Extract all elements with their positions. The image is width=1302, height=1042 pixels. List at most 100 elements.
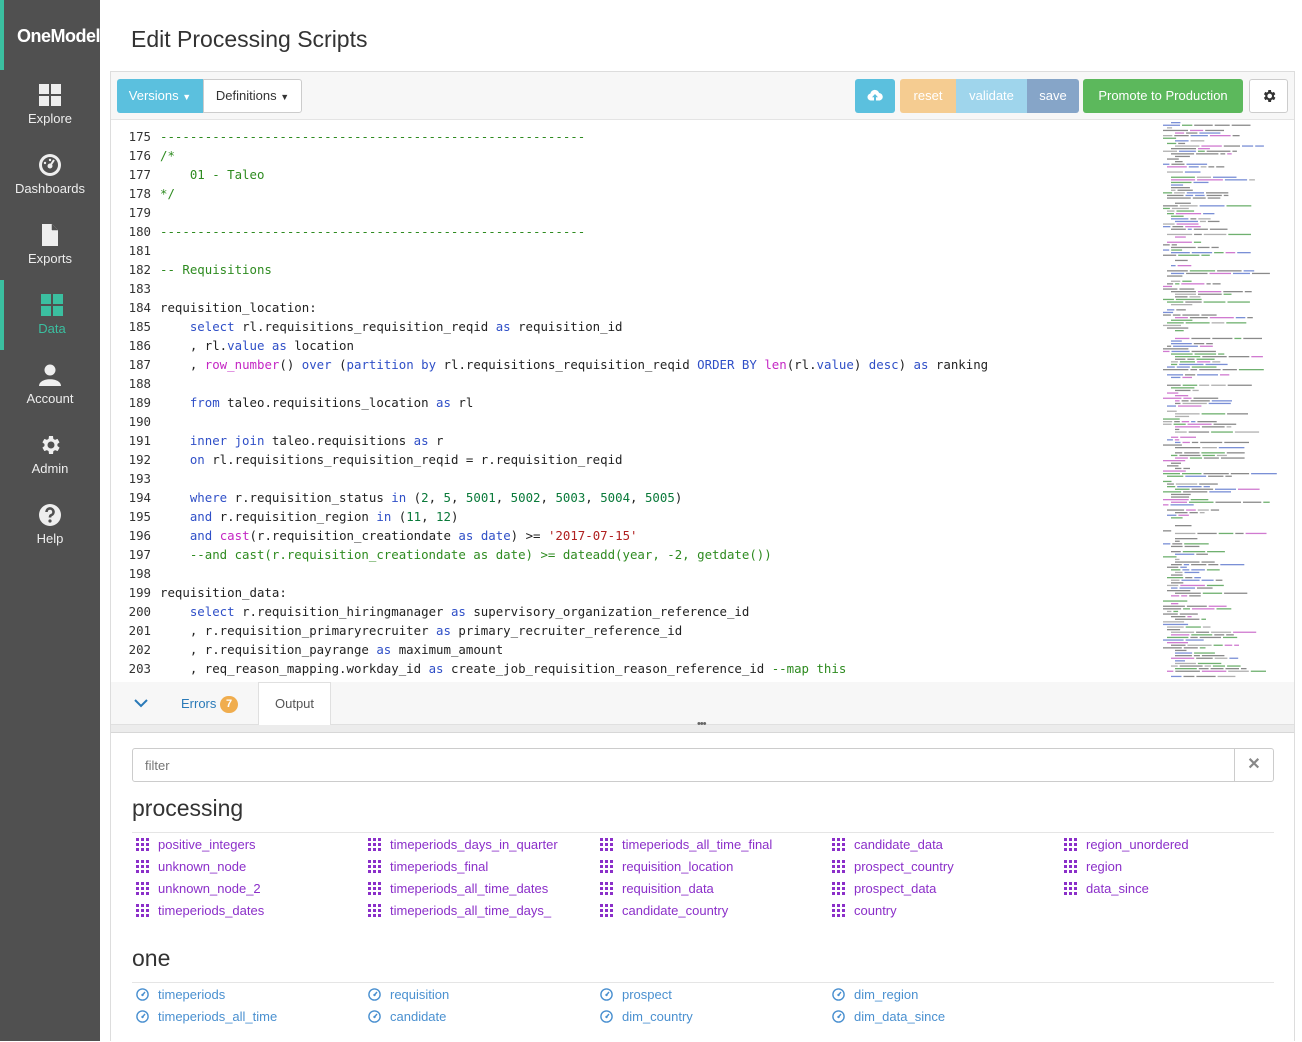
processing-table-link[interactable]: positive_integers	[132, 835, 336, 855]
code-line[interactable]: 203 , req_reason_mapping.workday_id as c…	[111, 659, 1151, 678]
code-line[interactable]: 191 inner join taleo.requisitions as r	[111, 431, 1151, 450]
save-button[interactable]: save	[1027, 79, 1079, 113]
code-token: --and cast(r.requisition_creationdate as…	[160, 547, 772, 562]
sidebar-item-help[interactable]: Help	[0, 490, 100, 560]
onemodel-logo[interactable]: OneModel	[0, 0, 101, 70]
chevron-down-icon[interactable]	[133, 697, 149, 709]
view-link[interactable]: candidate	[364, 1007, 568, 1027]
processing-table-link[interactable]: data_since	[1060, 879, 1264, 899]
definitions-dropdown[interactable]: Definitions ▼	[203, 79, 302, 113]
validate-button[interactable]: validate	[956, 79, 1027, 113]
code-line[interactable]: 189 from taleo.requisitions_location as …	[111, 393, 1151, 412]
code-line[interactable]: 195 and r.requisition_region in (11, 12)	[111, 507, 1151, 526]
view-link[interactable]: prospect	[596, 985, 800, 1005]
view-link[interactable]: dim_data_since	[828, 1007, 1032, 1027]
item-label: region	[1086, 859, 1123, 874]
sidebar-item-dashboards[interactable]: Dashboards	[0, 140, 100, 210]
promote-to-production-button[interactable]: Promote to Production	[1083, 79, 1243, 113]
line-number: 197	[128, 547, 151, 562]
code-line[interactable]: 184 requisition_location:	[111, 298, 1151, 317]
processing-table-link[interactable]: timeperiods_days_in_quarter	[364, 835, 568, 855]
sidebar-item-admin[interactable]: Admin	[0, 420, 100, 490]
view-link[interactable]: requisition	[364, 985, 568, 1005]
processing-table-link[interactable]: region_unordered	[1060, 835, 1264, 855]
cloud-upload-icon	[867, 89, 883, 101]
code-line[interactable]: 179	[111, 203, 1151, 222]
code-line[interactable]: 202 , r.requisition_payrange as maximum_…	[111, 640, 1151, 659]
code-line[interactable]: 194 where r.requisition_status in (2, 5,…	[111, 488, 1151, 507]
code-minimap[interactable]	[1161, 120, 1286, 682]
view-link[interactable]: dim_country	[596, 1007, 800, 1027]
code-line[interactable]: 190	[111, 412, 1151, 431]
processing-table-link[interactable]: requisition_location	[596, 857, 800, 877]
processing-table-link[interactable]: requisition_data	[596, 879, 800, 899]
view-link[interactable]: timeperiods	[132, 985, 336, 1005]
code-line[interactable]: 200 select r.requisition_hiringmanager a…	[111, 602, 1151, 621]
sidebar-item-label: Dashboards	[14, 181, 86, 196]
code-line[interactable]: 188	[111, 374, 1151, 393]
filter-input[interactable]	[133, 749, 1234, 781]
view-link[interactable]: dim_region	[828, 985, 1032, 1005]
processing-table-link[interactable]: candidate_country	[596, 901, 800, 921]
code-token: )	[450, 509, 459, 524]
code-line[interactable]: 186 , rl.value as location	[111, 336, 1151, 355]
code-line[interactable]: 180 -------------------------------------…	[111, 222, 1151, 241]
processing-table-link[interactable]: timeperiods_all_time_final	[596, 835, 800, 855]
code-line[interactable]: 187 , row_number() over (partition by rl…	[111, 355, 1151, 374]
code-token: date	[480, 528, 511, 543]
code-line[interactable]: 197 --and cast(r.requisition_creationdat…	[111, 545, 1151, 564]
code-editor[interactable]: 175 -------------------------------------…	[111, 120, 1294, 682]
processing-table-link[interactable]: timeperiods_all_time_days_	[364, 901, 568, 921]
code-line[interactable]: 199 requisition_data:	[111, 583, 1151, 602]
code-line[interactable]: 183	[111, 279, 1151, 298]
line-number: 177	[128, 167, 151, 182]
processing-table-link[interactable]: prospect_data	[828, 879, 1032, 899]
versions-dropdown[interactable]: Versions ▼	[117, 79, 203, 113]
section-title: one	[132, 945, 171, 971]
processing-table-link[interactable]: unknown_node	[132, 857, 336, 877]
sidebar-item-label: Help	[36, 531, 64, 546]
table-grid-icon	[832, 881, 845, 895]
processing-table-link[interactable]: candidate_data	[828, 835, 1032, 855]
panel-splitter-handle[interactable]: •••	[111, 718, 1294, 733]
code-line[interactable]: 201 , r.requisition_primaryrecruiter as …	[111, 621, 1151, 640]
processing-table-link[interactable]: unknown_node_2	[132, 879, 336, 899]
sidebar-item-data[interactable]: Data	[0, 280, 100, 350]
code-line[interactable]: 176 /*	[111, 146, 1151, 165]
upload-cloud-button[interactable]	[855, 79, 895, 113]
table-grid-icon	[136, 881, 149, 895]
sidebar-item-exports[interactable]: Exports	[0, 210, 100, 280]
settings-button[interactable]	[1249, 79, 1288, 113]
sidebar-item-label: Exports	[27, 251, 73, 266]
processing-table-link[interactable]: prospect_country	[828, 857, 1032, 877]
item-label: timeperiods_final	[390, 859, 489, 874]
processing-table-link[interactable]: timeperiods_final	[364, 857, 568, 877]
close-icon: ✕	[1247, 756, 1261, 773]
code-line[interactable]: 177 01 - Taleo	[111, 165, 1151, 184]
reset-button[interactable]: reset	[900, 79, 956, 113]
tab-errors[interactable]: Errors 7	[171, 682, 256, 725]
processing-table-link[interactable]: region	[1060, 857, 1264, 877]
sidebar-item-label: Explore	[27, 111, 73, 126]
code-line[interactable]: 178 */	[111, 184, 1151, 203]
processing-table-link[interactable]: country	[828, 901, 1032, 921]
sidebar-item-explore[interactable]: Explore	[0, 70, 100, 140]
clear-filter-button[interactable]: ✕	[1234, 749, 1273, 781]
code-line[interactable]: 185 select rl.requisitions_requisition_r…	[111, 317, 1151, 336]
processing-table-link[interactable]: timeperiods_all_time_dates	[364, 879, 568, 899]
sidebar-item-account[interactable]: Account	[0, 350, 100, 420]
code-line[interactable]: 192 on rl.requisitions_requisition_reqid…	[111, 450, 1151, 469]
processing-table-link[interactable]: timeperiods_dates	[132, 901, 336, 921]
view-link[interactable]: timeperiods_all_time	[132, 1007, 336, 1027]
code-line[interactable]: 193	[111, 469, 1151, 488]
code-token: , r.requisition_payrange	[160, 642, 377, 657]
code-line[interactable]: 196 and cast(r.requisition_creationdate …	[111, 526, 1151, 545]
tab-output[interactable]: Output	[258, 682, 331, 726]
code-line[interactable]: 198	[111, 564, 1151, 583]
code-line[interactable]: 181	[111, 241, 1151, 260]
table-grid-icon	[136, 903, 149, 917]
code-line[interactable]: 182 -- Requisitions	[111, 260, 1151, 279]
code-line[interactable]: 175 -------------------------------------…	[111, 127, 1151, 146]
